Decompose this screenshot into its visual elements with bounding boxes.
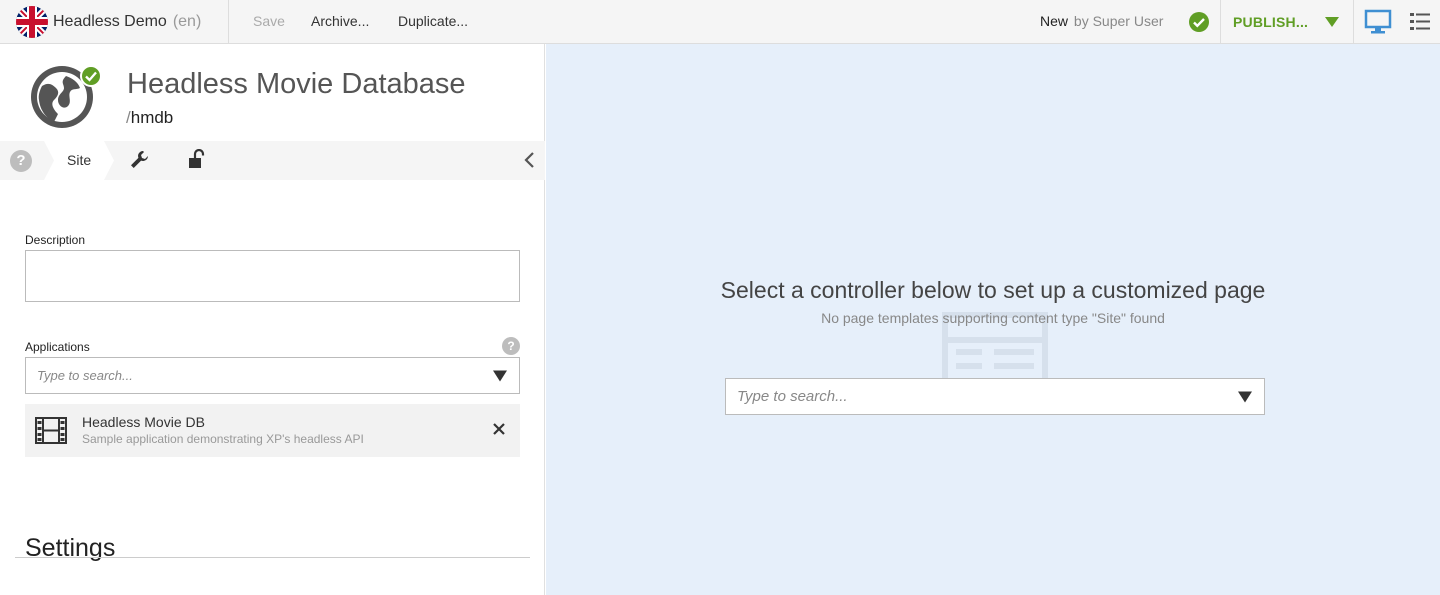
top-toolbar: Headless Demo (en) Save Archive... Dupli… bbox=[0, 0, 1440, 44]
description-label: Description bbox=[25, 233, 86, 247]
applications-label: Applications bbox=[25, 340, 90, 354]
publish-button[interactable]: PUBLISH... bbox=[1233, 14, 1308, 30]
path-name: hmdb bbox=[130, 108, 174, 127]
project-language: (en) bbox=[172, 12, 202, 30]
save-button[interactable]: Save bbox=[253, 13, 285, 29]
application-description: Sample application demonstrating XP's he… bbox=[82, 432, 364, 446]
view-toggles bbox=[1353, 0, 1440, 44]
content-status: New by Super User bbox=[1040, 13, 1163, 29]
live-edit-panel: Select a controller below to set up a cu… bbox=[546, 44, 1440, 595]
globe-site-icon bbox=[31, 65, 100, 128]
list-item: Headless Movie DB Sample application dem… bbox=[25, 404, 520, 457]
chevron-down-icon[interactable] bbox=[493, 370, 507, 381]
content-path[interactable]: /hmdb bbox=[126, 108, 173, 128]
help-toggle-button[interactable]: ? bbox=[10, 150, 32, 172]
status-author: by Super User bbox=[1073, 13, 1164, 29]
chevron-down-icon[interactable] bbox=[1238, 391, 1252, 402]
project-selector[interactable]: Headless Demo (en) bbox=[0, 0, 229, 44]
film-icon bbox=[35, 417, 67, 444]
settings-heading: Settings bbox=[25, 534, 116, 562]
list-view-icon[interactable] bbox=[1410, 12, 1430, 32]
uk-flag-icon bbox=[16, 5, 48, 38]
content-wizard-panel: Headless Movie Database /hmdb ? Site Des… bbox=[0, 44, 545, 595]
wrench-icon[interactable] bbox=[130, 150, 150, 170]
controller-combobox[interactable] bbox=[725, 378, 1265, 415]
remove-application-icon[interactable] bbox=[491, 421, 507, 437]
controller-select-title: Select a controller below to set up a cu… bbox=[720, 277, 1266, 303]
application-name: Headless Movie DB bbox=[82, 414, 205, 430]
archive-button[interactable]: Archive... bbox=[311, 13, 369, 29]
publish-menu: PUBLISH... bbox=[1220, 0, 1353, 44]
status-state: New bbox=[1040, 13, 1069, 29]
publish-dropdown-icon[interactable] bbox=[1325, 16, 1339, 28]
tab-site[interactable]: Site bbox=[67, 152, 91, 168]
monitor-icon[interactable] bbox=[1364, 9, 1392, 35]
content-display-name[interactable]: Headless Movie Database bbox=[127, 68, 466, 101]
chevron-left-icon[interactable] bbox=[522, 151, 536, 169]
project-name: Headless Demo bbox=[53, 12, 167, 30]
settings-divider bbox=[15, 557, 530, 558]
duplicate-button[interactable]: Duplicate... bbox=[398, 13, 468, 29]
controller-search-input[interactable] bbox=[726, 379, 1211, 414]
applications-search-input[interactable] bbox=[26, 358, 470, 393]
description-field[interactable] bbox=[25, 250, 520, 302]
wizard-tab-bar: ? Site bbox=[0, 141, 545, 180]
unlock-icon[interactable] bbox=[188, 149, 206, 169]
valid-check-icon bbox=[1189, 12, 1209, 32]
applications-combobox[interactable] bbox=[25, 357, 520, 394]
no-templates-message: No page templates supporting content typ… bbox=[821, 310, 1165, 326]
applications-help-icon[interactable]: ? bbox=[502, 337, 520, 355]
